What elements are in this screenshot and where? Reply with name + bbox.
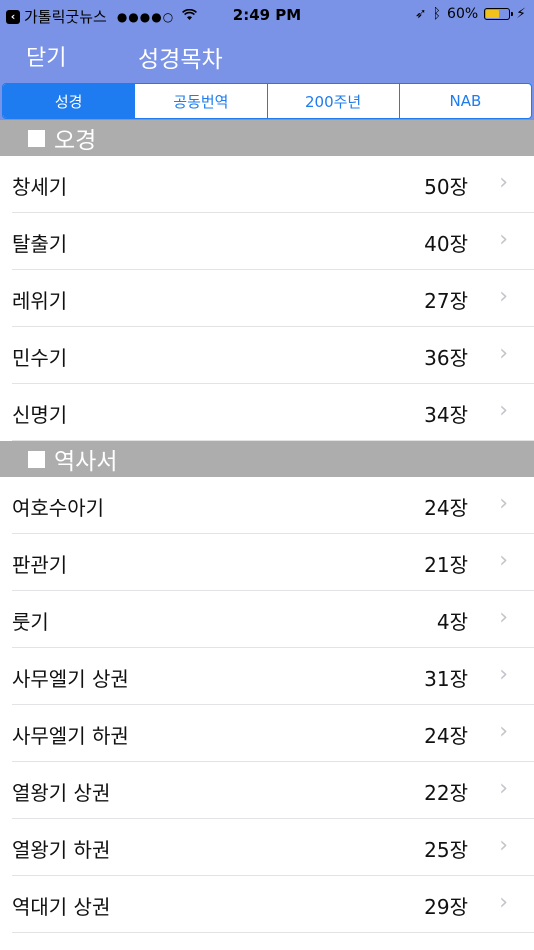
section-header: 오경 — [0, 120, 534, 156]
list-item[interactable]: 탈출기 40장 › — [0, 213, 534, 270]
tab-3[interactable]: NAB — [398, 84, 531, 118]
status-right: ➶ ᛒ 60% ⚡ — [415, 6, 526, 22]
book-name: 민수기 — [12, 346, 68, 370]
chapter-count: 27장 — [424, 289, 468, 313]
chapter-count: 4장 — [436, 610, 468, 634]
book-name: 룻기 — [12, 610, 49, 634]
list-item[interactable]: 레위기 27장 › — [0, 270, 534, 327]
list-item[interactable]: 사무엘기 상권 31장 › — [0, 648, 534, 705]
close-button[interactable]: 닫기 — [26, 40, 66, 72]
list-item[interactable]: 룻기 4장 › — [0, 591, 534, 648]
battery-fill — [486, 10, 499, 18]
book-list: 오경창세기 50장 › 탈출기 40장 › 레위기 27장 › 민수기 36장 › 신명기 34장 › 역사서… — [0, 120, 534, 933]
chapter-count: 31장 — [424, 667, 468, 691]
white-square-icon — [28, 129, 45, 147]
chapter-count: 40장 — [424, 232, 468, 256]
list-item[interactable]: 사무엘기 하권 24장 › — [0, 705, 534, 762]
row-divider — [12, 932, 534, 933]
section-title: 오경 — [54, 128, 97, 154]
chapter-count: 24장 — [424, 724, 468, 748]
page-title: 성경목차 — [138, 47, 223, 73]
tab-0[interactable]: 성경 — [3, 84, 135, 118]
chevron-right-icon: › — [499, 491, 508, 516]
white-square-icon — [28, 450, 45, 468]
top-bar: ‹ 가톨릭굿뉴스 ●●●●○ 2:49 PM ➶ ᛒ 60% ⚡ 닫기 성경목차… — [0, 0, 534, 120]
chapter-count: 29장 — [424, 895, 468, 919]
chapter-count: 22장 — [424, 781, 468, 805]
chevron-right-icon: › — [499, 398, 508, 423]
charging-bolt-icon: ⚡ — [516, 6, 526, 22]
list-item[interactable]: 판관기 21장 › — [0, 534, 534, 591]
book-name: 판관기 — [12, 553, 68, 577]
book-name: 역대기 상권 — [12, 895, 111, 919]
book-name: 열왕기 하권 — [12, 838, 111, 862]
location-arrow-icon: ➶ — [414, 6, 427, 22]
chevron-right-icon: › — [499, 890, 508, 915]
list-item[interactable]: 역대기 상권 29장 › — [0, 876, 534, 933]
book-name: 신명기 — [12, 403, 68, 427]
book-name: 열왕기 상권 — [12, 781, 111, 805]
status-bar: ‹ 가톨릭굿뉴스 ●●●●○ 2:49 PM ➶ ᛒ 60% ⚡ — [0, 0, 534, 30]
chevron-right-icon: › — [499, 284, 508, 309]
section-title: 역사서 — [54, 449, 118, 475]
chapter-count: 25장 — [424, 838, 468, 862]
battery-icon — [484, 8, 514, 20]
chevron-right-icon: › — [499, 227, 508, 252]
list-item[interactable]: 민수기 36장 › — [0, 327, 534, 384]
chevron-right-icon: › — [499, 548, 508, 573]
chapter-count: 50장 — [424, 175, 468, 199]
chevron-right-icon: › — [499, 662, 508, 687]
row-divider — [12, 440, 534, 441]
list-item[interactable]: 신명기 34장 › — [0, 384, 534, 441]
tab-2[interactable]: 200주년 — [266, 84, 399, 118]
book-name: 창세기 — [12, 175, 68, 199]
book-name: 사무엘기 상권 — [12, 667, 129, 691]
battery-percent: 60% — [447, 6, 479, 22]
chevron-right-icon: › — [499, 776, 508, 801]
chevron-right-icon: › — [499, 170, 508, 195]
list-item[interactable]: 열왕기 하권 25장 › — [0, 819, 534, 876]
list-item[interactable]: 여호수아기 24장 › — [0, 477, 534, 534]
list-item[interactable]: 열왕기 상권 22장 › — [0, 762, 534, 819]
segmented-control: 성경 공동번역 200주년 NAB — [2, 83, 532, 119]
book-name: 여호수아기 — [12, 496, 104, 520]
bluetooth-icon: ᛒ — [432, 6, 442, 22]
chevron-right-icon: › — [499, 833, 508, 858]
tab-1[interactable]: 공동번역 — [134, 84, 266, 118]
chapter-count: 36장 — [424, 346, 468, 370]
book-name: 탈출기 — [12, 232, 68, 256]
book-name: 사무엘기 하권 — [12, 724, 129, 748]
chapter-count: 34장 — [424, 403, 468, 427]
section-header: 역사서 — [0, 441, 534, 477]
chevron-right-icon: › — [499, 719, 508, 744]
chapter-count: 21장 — [424, 553, 468, 577]
book-name: 레위기 — [12, 289, 68, 313]
chevron-right-icon: › — [499, 341, 508, 366]
chapter-count: 24장 — [424, 496, 468, 520]
list-item[interactable]: 창세기 50장 › — [0, 156, 534, 213]
chevron-right-icon: › — [499, 605, 508, 630]
